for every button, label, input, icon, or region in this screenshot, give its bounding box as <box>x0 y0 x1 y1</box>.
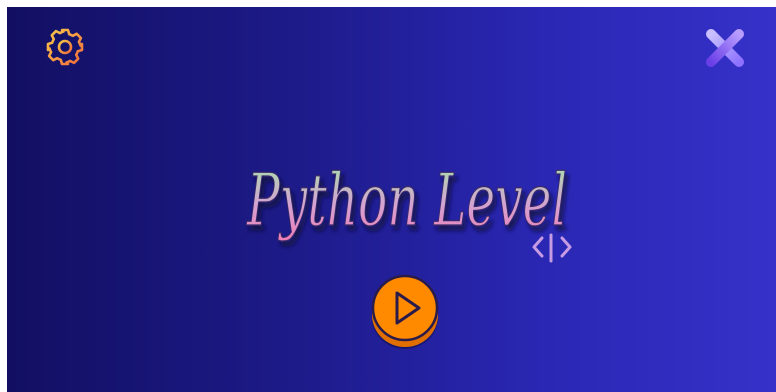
play-button[interactable] <box>370 271 440 353</box>
code-brackets-icon <box>529 229 575 267</box>
close-icon <box>706 29 744 67</box>
game-start-screen: Python Level <box>7 7 776 392</box>
settings-button[interactable] <box>43 25 87 69</box>
gear-icon <box>46 28 84 66</box>
close-button[interactable] <box>702 25 748 71</box>
game-title-text: Python Level <box>246 158 567 242</box>
